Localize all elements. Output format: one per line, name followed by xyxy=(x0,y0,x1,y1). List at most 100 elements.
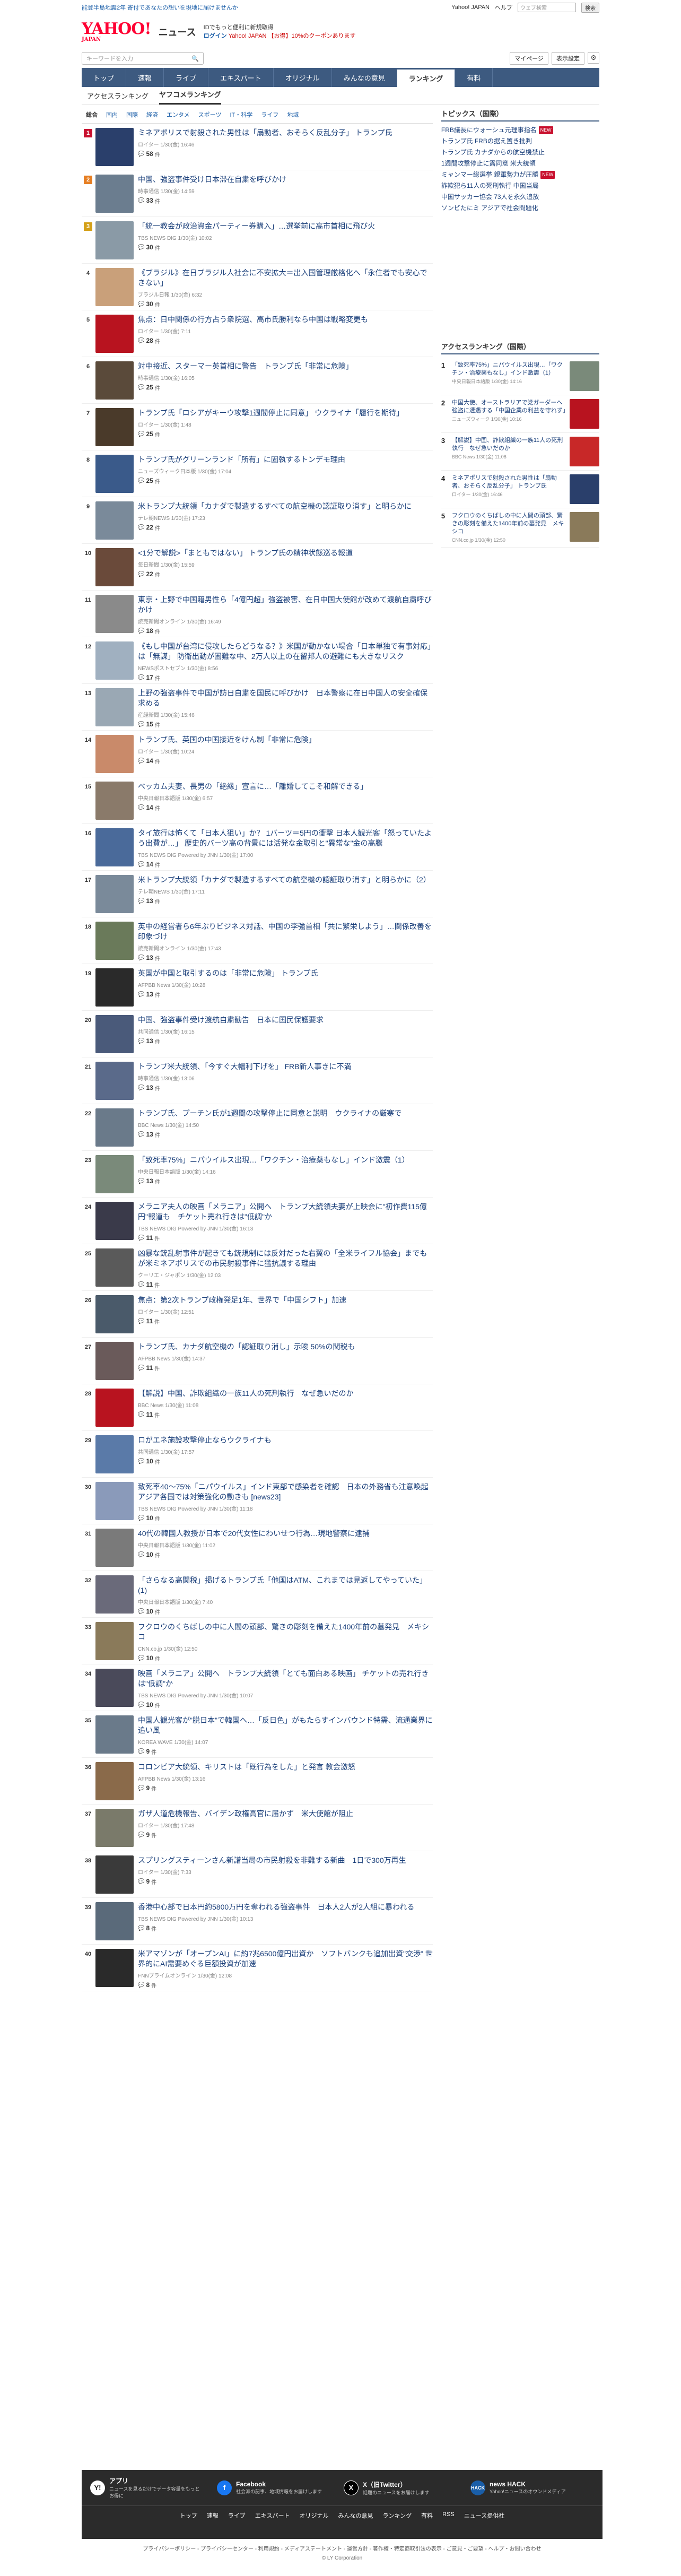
ranking-item[interactable]: 4 《ブラジル》在日ブラジル人社会に不安拡大＝出入国管理厳格化へ「永住者でも安心で… xyxy=(82,264,433,310)
topic-link[interactable]: トランプ氏 カナダからの航空機禁止 xyxy=(441,147,599,158)
ranking-item[interactable]: 27 トランプ氏、カナダ航空機の「認証取り消し」示唆 50%の関税も AFPBB N… xyxy=(82,1338,433,1384)
article-thumbnail[interactable] xyxy=(95,1669,134,1707)
comment-count[interactable]: 💬 11 件 xyxy=(138,1411,433,1419)
access-ranking-item[interactable]: 1 「致死率75%」ニパウイルス出現…「ワクチン・治療薬もなし」インド激震（1） 中… xyxy=(441,358,599,395)
legal-link-list[interactable]: プライバシーポリシー - プライバシーセンター - 利用規約 - メディアステー… xyxy=(82,2544,603,2552)
ranking-item[interactable]: 24 メラニア夫人の映画「メラニア」公開へ トランプ大統領夫妻が上映会に"初作費1… xyxy=(82,1198,433,1244)
article-thumbnail[interactable] xyxy=(95,782,134,820)
ranking-item[interactable]: 20 中国、強盗事件受け渡航自粛勧告 日本に国民保護要求 共同通信 1/30(金) … xyxy=(82,1011,433,1057)
category-tab-1[interactable]: 国内 xyxy=(106,110,118,119)
category-tab-6[interactable]: IT・科学 xyxy=(230,110,252,119)
comment-count[interactable]: 💬 11 件 xyxy=(138,1234,433,1242)
article-title-link[interactable]: 「統一教会が政治資金パーティー券購入」…選挙前に高市首相に飛び火 xyxy=(138,222,375,230)
ranking-item[interactable]: 11 東京・上野で中国籍男性ら「4億円超」強盗被害、在日中国大使館が改めて渡航自粛… xyxy=(82,591,433,637)
category-tab-8[interactable]: 地域 xyxy=(287,110,299,119)
article-title-link[interactable]: 「致死率75%」ニパウイルス出現…「ワクチン・治療薬もなし」インド激震（1） xyxy=(138,1156,409,1164)
comment-count[interactable]: 💬 22 件 xyxy=(138,524,433,532)
topic-link[interactable]: 詐欺犯ら11人の死刑執行 中国当局 xyxy=(441,180,599,192)
ranking-item[interactable]: 28 【解説】中国、詐欺組織の一族11人の死刑執行 なぜ急いだのか BBC News… xyxy=(82,1384,433,1431)
comment-count[interactable]: 💬 10 件 xyxy=(138,1551,433,1559)
article-thumbnail[interactable] xyxy=(95,1762,134,1800)
ranking-item[interactable]: 6 対中接近、スターマー英首相に警告 トランプ氏「非常に危険」 時事通信 1/30(… xyxy=(82,357,433,404)
article-title-link[interactable]: ミネアポリスで射殺された男性は「扇動者、おそらく反乱分子」 トランプ氏 xyxy=(138,128,392,137)
article-thumbnail[interactable] xyxy=(95,875,134,913)
ranking-item[interactable]: 13 上野の強盗事件で中国が訪日自粛を国民に呼びかけ 日本警察に在日中国人の安全確… xyxy=(82,684,433,731)
category-tab-5[interactable]: スポーツ xyxy=(198,110,222,119)
comment-count[interactable]: 💬 10 件 xyxy=(138,1514,433,1522)
ranking-item[interactable]: 38 スプリングスティーンさん新譜当局の市民射殺を非難する新曲 1日で300万再生… xyxy=(82,1851,433,1898)
article-thumbnail[interactable] xyxy=(95,595,134,633)
article-title-link[interactable]: <1分で解説>「まともではない」 トランプ氏の精神状態巡る報道 xyxy=(138,549,353,557)
article-thumbnail[interactable] xyxy=(95,1389,134,1427)
comment-count[interactable]: 💬 28 件 xyxy=(138,337,433,345)
nav-item-7[interactable]: 有料 xyxy=(455,68,493,87)
account-signup-text[interactable]: IDでもっと便利に新規取得 xyxy=(204,23,356,32)
category-tab-3[interactable]: 経済 xyxy=(146,110,158,119)
ranking-item[interactable]: 31 40代の韓国人教授が日本で20代女性にわいせつ行為…現地警察に逮捕 中央日報日… xyxy=(82,1524,433,1571)
article-title-link[interactable]: 英中の経営者ら6年ぶりビジネス対話、中国の李強首相「共に繁栄しよう」…関係改善を… xyxy=(138,922,432,941)
nav-item-0[interactable]: トップ xyxy=(82,68,127,87)
comment-count[interactable]: 💬 25 件 xyxy=(138,477,433,485)
comment-count[interactable]: 💬 30 件 xyxy=(138,300,433,308)
topic-link[interactable]: FRB議長にウォーシュ元理事指名 NEW xyxy=(441,125,599,136)
article-thumbnail[interactable] xyxy=(95,1202,134,1240)
article-thumbnail[interactable] xyxy=(95,1809,134,1847)
article-thumbnail[interactable] xyxy=(95,361,134,400)
article-title-link[interactable]: 《ブラジル》在日ブラジル人社会に不安拡大＝出入国管理厳格化へ「永住者でも安心でき… xyxy=(138,268,427,287)
ranking-item[interactable]: 14 トランプ氏、英国の中国接近をけん制「非常に危険」 ロイター 1/30(金) 1… xyxy=(82,731,433,777)
web-search-button[interactable]: 検索 xyxy=(581,2,599,13)
article-title-link[interactable]: トランプ氏、プーチン氏が1週間の攻撃停止に同意と説明 ウクライナの厳寒で xyxy=(138,1109,401,1117)
ranking-item[interactable]: 5 焦点：日中関係の行方占う衆院選、高市氏勝利なら中国は戦略変更も ロイター 1/3… xyxy=(82,310,433,357)
display-settings-button[interactable]: 表示設定 xyxy=(552,52,584,65)
nav-item-1[interactable]: 速報 xyxy=(126,68,164,87)
article-thumbnail[interactable] xyxy=(95,1622,134,1660)
comment-count[interactable]: 💬 58 件 xyxy=(138,150,433,158)
comment-count[interactable]: 💬 13 件 xyxy=(138,1037,433,1045)
tab-comment-ranking[interactable]: ヤフコメランキング xyxy=(159,89,221,105)
ranking-item[interactable]: 17 米トランプ大統領「カナダで製造するすべての航空機の認証取り消す」と明らかに（… xyxy=(82,871,433,917)
ranking-item[interactable]: 39 香港中心部で日本円約5800万円を奪われる強盗事件 日本人2人が2人組に暴わ… xyxy=(82,1898,433,1945)
comment-count[interactable]: 💬 10 件 xyxy=(138,1701,433,1709)
article-title-link[interactable]: コロンビア大統領、キリストは「既行為をした」と発言 教会激怒 xyxy=(138,1763,355,1771)
comment-count[interactable]: 💬 22 件 xyxy=(138,570,433,578)
footer-nav-item[interactable]: オリジナル xyxy=(299,2511,328,2520)
article-thumbnail[interactable] xyxy=(95,175,134,213)
article-title-link[interactable]: トランプ氏「ロシアがキーウ攻撃1週間停止に同意」 ウクライナ「履行を期待」 xyxy=(138,409,404,417)
article-thumbnail[interactable] xyxy=(95,1715,134,1754)
article-title-link[interactable]: 【解説】中国、詐欺組織の一族11人の死刑執行 なぜ急いだのか xyxy=(138,1389,354,1398)
article-thumbnail[interactable] xyxy=(95,548,134,586)
article-title-link[interactable]: 凶暴な銃乱射事件が起きても銃規制には反対だった右翼の「全米ライフル協会」までもが… xyxy=(138,1249,427,1268)
footer-nav-item[interactable]: 速報 xyxy=(207,2511,219,2520)
footer-app-2[interactable]: X X（旧Twitter） 話題のニュースをお届けします xyxy=(344,2476,458,2499)
article-title-link[interactable]: メラニア夫人の映画「メラニア」公開へ トランプ大統領夫妻が上映会に"初作費115… xyxy=(138,1202,427,1221)
ranking-item[interactable]: 37 ガザ人道危機報告、バイデン政権高官に届かず 米大使館が阻止 ロイター 1/30… xyxy=(82,1805,433,1851)
comment-count[interactable]: 💬 11 件 xyxy=(138,1364,433,1372)
article-title-link[interactable]: トランプ米大統領、「今すぐ大幅利下げを」 FRB新人事きに不満 xyxy=(138,1062,351,1071)
ranking-item[interactable]: 36 コロンビア大統領、キリストは「既行為をした」と発言 教会激怒 AFPBB Ne… xyxy=(82,1758,433,1805)
article-title-link[interactable]: 米トランプ大統領「カナダで製造するすべての航空機の認証取り消す」と明らかに（2） xyxy=(138,875,431,884)
article-thumbnail[interactable] xyxy=(95,1295,134,1333)
footer-app-1[interactable]: f Facebook 社会派の記事、地域情報をお届けします xyxy=(217,2476,331,2499)
article-thumbnail[interactable] xyxy=(95,641,134,680)
article-title-link[interactable]: 映画「メラニア」公開へ トランプ大統領「とても面白ある映画」 チケットの売れ行き… xyxy=(138,1669,429,1688)
article-title-link[interactable]: 上野の強盗事件で中国が訪日自粛を国民に呼びかけ 日本警察に在日中国人の安全確保求… xyxy=(138,689,427,707)
article-title-link[interactable]: 対中接近、スターマー英首相に警告 トランプ氏「非常に危険」 xyxy=(138,362,353,370)
article-thumbnail[interactable] xyxy=(95,315,134,353)
comment-count[interactable]: 💬 14 件 xyxy=(138,804,433,812)
article-thumbnail[interactable] xyxy=(95,1529,134,1567)
comment-count[interactable]: 💬 9 件 xyxy=(138,1784,433,1792)
article-thumbnail[interactable] xyxy=(95,221,134,259)
access-ranking-item[interactable]: 5 フクロウのくちばしの中に人間の頭部、驚きの彫刻を備えた1400年前の墓発見 メ… xyxy=(441,508,599,548)
article-title-link[interactable]: 致死率40～75%「ニパウイルス」インド東部で感染者を確認 日本の外務省も注意喚… xyxy=(138,1482,436,1501)
ranking-item[interactable]: 10 <1分で解説>「まともではない」 トランプ氏の精神状態巡る報道 毎日新聞 1/… xyxy=(82,544,433,591)
ranking-item[interactable]: 21 トランプ米大統領、「今すぐ大幅利下げを」 FRB新人事きに不満 時事通信 1/… xyxy=(82,1057,433,1104)
topic-link[interactable]: 1週間攻撃停止に露同意 米大統領 xyxy=(441,158,599,169)
ranking-item[interactable]: 8 トランプ氏がグリーンランド「所有」に固執するトンデモ理由 ニューズウィーク日本版… xyxy=(82,450,433,497)
ranking-item[interactable]: 30 致死率40～75%「ニパウイルス」インド東部で感染者を確認 日本の外務省も注… xyxy=(82,1478,436,1524)
ranking-item[interactable]: 18 英中の経営者ら6年ぶりビジネス対話、中国の李強首相「共に繁栄しよう」…関係改… xyxy=(82,917,433,964)
comment-count[interactable]: 💬 11 件 xyxy=(138,1281,433,1289)
footer-nav-item[interactable]: みんなの意見 xyxy=(338,2511,373,2520)
article-title-link[interactable]: タイ旅行は怖くて「日本人狙い」か？ 1バーツ＝5円の衝撃 日本人観光客「怒ってい… xyxy=(138,829,432,847)
ranking-item[interactable]: 35 中国人観光客が"脱日本"で韓国へ…「反日色」がもたらすインバウンド特需、流通… xyxy=(82,1711,433,1758)
comment-count[interactable]: 💬 14 件 xyxy=(138,861,433,869)
